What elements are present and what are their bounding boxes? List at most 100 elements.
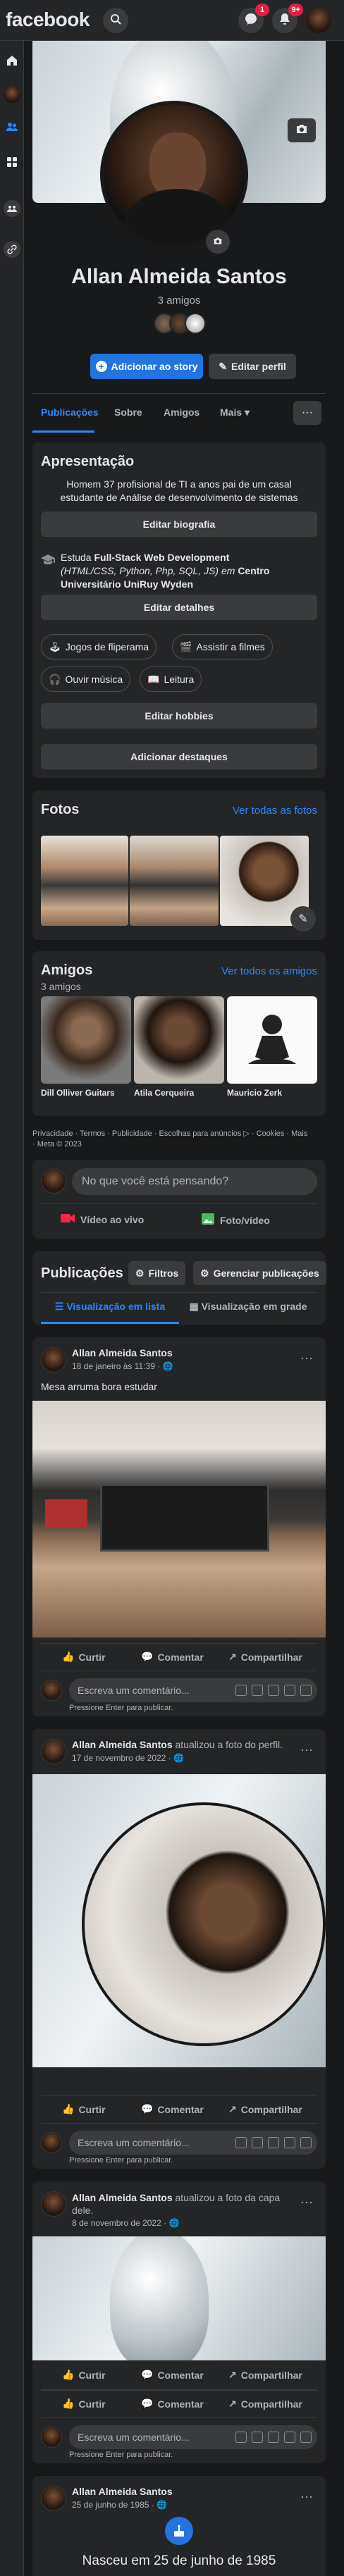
post-options-button[interactable]: ··· [295,1738,319,1761]
post-author-name[interactable]: Allan Almeida Santos [72,2486,173,2497]
comment-input[interactable]: Escreva um comentário... [69,2425,317,2449]
comment-button[interactable]: 💬 Comentar [141,2103,204,2115]
community-icon[interactable] [4,200,20,217]
emoji-icon[interactable] [252,2137,263,2148]
post-date[interactable]: 25 de junho de 1985 · 🌐 [72,2500,167,2510]
camera-icon[interactable] [268,1685,279,1696]
messenger-button[interactable]: 1 [238,4,269,33]
post-author-avatar[interactable] [41,2191,66,2217]
photo-video-button[interactable]: Foto/vídeo [202,1213,270,1227]
composer-input[interactable]: No que você está pensando? [72,1168,317,1195]
edit-cover-button[interactable] [288,118,316,142]
friends-count[interactable]: 3 amigos [32,295,326,306]
list-view-tab[interactable]: ☰ Visualização em lista [41,1301,179,1313]
more-options-button[interactable]: ··· [293,401,321,425]
like-button[interactable]: 👍 Curtir [62,1651,106,1663]
friend-avatar-3[interactable] [185,313,206,334]
friend-photo-1[interactable] [41,996,131,1084]
friends-icon[interactable] [4,118,20,135]
study-course[interactable]: Full-Stack Web Development [94,552,229,563]
edit-bio-button[interactable]: Editar biografia [41,512,317,537]
hobby-pill-movies[interactable]: 🎬 Assistir a filmes [172,634,273,660]
friends-title[interactable]: Amigos [41,962,92,979]
edit-hobbies-button[interactable]: Editar hobbies [41,703,317,729]
post-options-button[interactable]: ··· [295,2484,319,2508]
gif-icon[interactable] [284,2432,295,2443]
comment-input[interactable]: Escreva um comentário... [69,1678,317,1702]
share-button[interactable]: ↗ Compartilhar [228,2369,302,2381]
comment-button[interactable]: 💬 Comentar [141,2369,204,2381]
photo-thumbnail-desk[interactable] [41,836,128,926]
like-button[interactable]: 👍 Curtir [62,2103,106,2115]
hobby-pill-music[interactable]: 🎧 Ouvir música [41,667,131,692]
sticker-icon[interactable] [235,2137,247,2148]
post-author-name[interactable]: Allan Almeida Santos [72,1347,173,1358]
account-avatar[interactable] [306,8,331,33]
filters-button[interactable]: ⚙ Filtros [128,1261,186,1285]
photos-title[interactable]: Fotos [41,802,79,818]
add-to-story-button[interactable]: + Adicionar ao story [90,354,203,379]
facebook-logo[interactable]: facebook [6,8,90,31]
sticker-icon[interactable] [235,2432,247,2443]
camera-icon[interactable] [268,2432,279,2443]
tab-publicacoes[interactable]: Publicações [41,407,99,418]
post-author-avatar[interactable] [41,1739,66,1764]
footer-line-1[interactable]: Privacidade · Termos · Publicidade · Esc… [32,1129,326,1139]
profile-shortcut-avatar[interactable] [4,86,20,103]
edit-profile-button[interactable]: ✎ Editar perfil [209,354,296,379]
see-all-photos-link[interactable]: Ver todas as fotos [233,805,317,817]
search-button[interactable] [103,8,128,33]
hobby-pill-reading[interactable]: 📖 Leitura [140,667,202,692]
friend-photo-2[interactable] [134,996,224,1084]
add-featured-button[interactable]: Adicionar destaques [41,744,317,769]
groups-icon[interactable] [4,154,20,171]
edit-photos-button[interactable]: ✎ [290,906,316,931]
post-date[interactable]: 8 de novembro de 2022 · 🌐 [72,2218,179,2228]
share-button[interactable]: ↗ Compartilhar [228,2103,302,2115]
composer-avatar[interactable] [41,1168,66,1194]
like-button[interactable]: 👍 Curtir [62,2398,106,2410]
friend-name-1[interactable]: Dill Olliver Guitars [41,1088,131,1098]
sticker-alt-icon[interactable] [300,2137,312,2148]
friend-name-3[interactable]: Mauricio Zerk [227,1088,317,1098]
sticker-alt-icon[interactable] [300,1685,312,1696]
friend-name-2[interactable]: Atila Cerqueira [134,1088,224,1098]
tab-amigos[interactable]: Amigos [164,407,199,418]
sticker-icon[interactable] [235,1685,247,1696]
profile-picture[interactable] [100,101,248,249]
comment-button[interactable]: 💬 Comentar [141,1651,204,1663]
edit-details-button[interactable]: Editar detalhes [41,595,317,620]
like-button[interactable]: 👍 Curtir [62,2369,106,2381]
hobby-pill-arcade[interactable]: 🕹 Jogos de fliperama [41,634,157,660]
post-image-cover-update[interactable] [32,2236,326,2360]
manage-posts-button[interactable]: ⚙ Gerenciar publicações [193,1261,326,1285]
tab-sobre[interactable]: Sobre [114,407,142,418]
tab-mais[interactable]: Mais ▾ [220,407,250,419]
gif-icon[interactable] [284,1685,295,1696]
post-options-button[interactable]: ··· [295,2190,319,2214]
camera-icon[interactable] [268,2137,279,2148]
post-image-profile-update[interactable] [32,1774,326,2067]
emoji-icon[interactable] [252,2432,263,2443]
share-button[interactable]: ↗ Compartilhar [228,2398,302,2410]
post-date[interactable]: 17 de novembro de 2022 · 🌐 [72,1753,184,1763]
notifications-button[interactable]: 9+ [272,4,303,33]
photo-thumbnail-room[interactable] [130,836,219,926]
emoji-icon[interactable] [252,1685,263,1696]
post-author-name[interactable]: Allan Almeida Santos [72,1739,173,1750]
post-author-avatar[interactable] [41,2486,66,2511]
share-button[interactable]: ↗ Compartilhar [228,1651,302,1663]
edit-profile-picture-button[interactable] [206,230,230,254]
post-image-desk[interactable] [32,1401,326,1637]
comment-button[interactable]: 💬 Comentar [141,2398,204,2410]
post-date[interactable]: 18 de janeiro às 11:39 · 🌐 [72,1361,173,1371]
link-icon[interactable] [4,241,20,258]
live-video-button[interactable]: Vídeo ao vivo [61,1213,144,1225]
grid-view-tab[interactable]: ▦ Visualização em grade [179,1301,317,1313]
see-all-friends-link[interactable]: Ver todos os amigos [221,965,317,977]
friend-photo-3[interactable] [227,996,317,1084]
comment-input[interactable]: Escreva um comentário... [69,2131,317,2155]
post-author-name[interactable]: Allan Almeida Santos [72,2192,173,2203]
home-icon[interactable] [4,52,20,69]
post-author-avatar[interactable] [41,1347,66,1373]
